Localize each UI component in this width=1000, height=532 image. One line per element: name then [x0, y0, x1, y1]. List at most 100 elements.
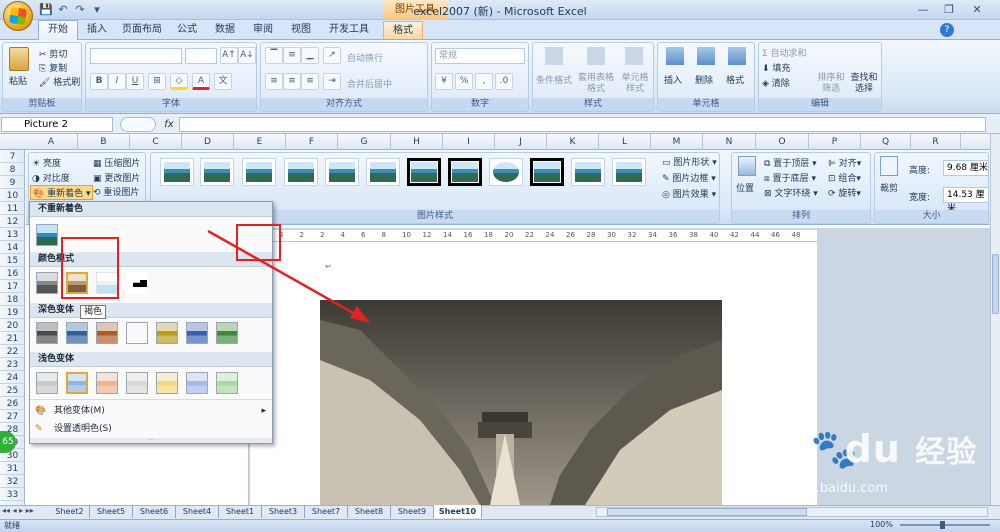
conditional-format-icon[interactable]	[545, 47, 563, 65]
row-header[interactable]: 13	[0, 229, 25, 241]
send-to-back-button[interactable]: ⧈ 置于底层 ▾	[764, 171, 816, 184]
sheet-tab[interactable]: Sheet8	[348, 505, 391, 518]
change-picture-button[interactable]: ▣ 更改图片	[93, 171, 140, 184]
column-header[interactable]: O	[756, 134, 809, 150]
contrast-button[interactable]: ◑ 对比度	[32, 171, 70, 184]
wrap-text-button[interactable]: 自动换行	[347, 51, 383, 64]
sheet-tab[interactable]: Sheet10	[434, 505, 482, 518]
underline-button[interactable]: U	[126, 73, 144, 90]
tab-developer[interactable]: 开发工具	[320, 21, 378, 39]
row-header[interactable]: 26	[0, 398, 25, 410]
font-size-combo[interactable]	[185, 48, 217, 64]
copy-button[interactable]: ⎘ 复制	[39, 61, 67, 74]
horizontal-scrollbar[interactable]	[596, 507, 988, 517]
align-center-icon[interactable]: ≡	[283, 73, 301, 90]
vertical-scrollbar[interactable]	[990, 134, 1000, 505]
formula-input[interactable]	[179, 117, 986, 132]
border-icon[interactable]: ⊞	[148, 73, 166, 90]
picture-style-thumb[interactable]	[489, 158, 523, 186]
insert-cells-icon[interactable]	[666, 47, 684, 65]
column-header[interactable]: I	[443, 134, 495, 150]
dark-variation-swatch[interactable]	[156, 322, 178, 344]
row-header[interactable]: 22	[0, 346, 25, 358]
conditional-format-button[interactable]: 条件格式	[536, 73, 572, 86]
picture-style-thumb[interactable]	[160, 158, 194, 186]
name-box[interactable]: Picture 2	[1, 117, 113, 132]
picture-style-thumb[interactable]	[242, 158, 276, 186]
picture-style-thumb[interactable]	[325, 158, 359, 186]
sepia-photo[interactable]	[320, 300, 722, 505]
tab-insert[interactable]: 插入	[78, 21, 116, 39]
width-field[interactable]: 14.53 厘米	[943, 187, 989, 214]
sheet-tab[interactable]: Sheet5	[90, 505, 133, 518]
no-recolor-swatch[interactable]	[36, 224, 58, 246]
align-right-icon[interactable]: ≡	[301, 73, 319, 90]
find-select-button[interactable]: 查找和选择	[849, 73, 879, 95]
recolor-button[interactable]: 🎨 重新着色 ▾	[30, 185, 94, 200]
sheet-tab[interactable]: Sheet9	[391, 505, 434, 518]
formula-bar-controls[interactable]	[120, 117, 156, 132]
row-header[interactable]: 16	[0, 268, 25, 280]
position-icon[interactable]	[738, 156, 756, 176]
dark-variation-swatch[interactable]	[126, 322, 148, 344]
insert-cells-button[interactable]: 插入	[664, 73, 682, 86]
picture-style-thumb[interactable]	[200, 158, 234, 186]
delete-cells-icon[interactable]	[697, 47, 715, 65]
column-header[interactable]: H	[391, 134, 443, 150]
column-header[interactable]: J	[495, 134, 547, 150]
picture-border-button[interactable]: ✎ 图片边框 ▾	[662, 171, 716, 184]
zoom-slider[interactable]	[900, 521, 990, 529]
row-header[interactable]: 23	[0, 359, 25, 371]
tab-format[interactable]: 格式	[383, 21, 423, 39]
column-header[interactable]: N	[703, 134, 756, 150]
dark-variation-swatch[interactable]	[96, 322, 118, 344]
row-header[interactable]: 21	[0, 333, 25, 345]
black-white-swatch[interactable]	[126, 272, 148, 294]
picture-effects-button[interactable]: ◎ 图片效果 ▾	[662, 187, 716, 200]
row-header[interactable]: 15	[0, 255, 25, 267]
column-header[interactable]: D	[182, 134, 234, 150]
column-header[interactable]: C	[130, 134, 182, 150]
office-button[interactable]	[3, 1, 33, 31]
crop-icon[interactable]	[880, 156, 898, 176]
column-header[interactable]: A	[25, 134, 78, 150]
row-header[interactable]: 18	[0, 294, 25, 306]
column-header[interactable]: L	[599, 134, 651, 150]
fill-color-icon[interactable]: ◇	[170, 73, 188, 90]
sheet-tab[interactable]: Sheet2	[50, 505, 90, 518]
text-wrap-button[interactable]: ⊠ 文字环绕 ▾	[764, 186, 818, 199]
comma-button[interactable]: ,	[475, 73, 493, 90]
column-header[interactable]: F	[286, 134, 338, 150]
rotate-button[interactable]: ⟳ 旋转▾	[828, 186, 861, 199]
cell-styles-button[interactable]: 单元格样式	[619, 73, 651, 95]
autosum-button[interactable]: Σ 自动求和	[762, 46, 807, 59]
brightness-button[interactable]: ☀ 亮度	[32, 156, 61, 169]
column-header[interactable]: M	[651, 134, 703, 150]
zoom-thumb[interactable]	[940, 521, 945, 529]
picture-style-thumb[interactable]	[448, 158, 482, 186]
merge-center-button[interactable]: 合并后居中	[347, 77, 392, 90]
column-header[interactable]: K	[547, 134, 599, 150]
sort-filter-button[interactable]: 排序和筛选	[817, 73, 845, 95]
bring-to-front-button[interactable]: ⧉ 置于顶层 ▾	[764, 156, 817, 169]
picture-style-thumb[interactable]	[571, 158, 605, 186]
dark-variation-swatch[interactable]	[36, 322, 58, 344]
row-header[interactable]: 33	[0, 489, 25, 501]
align-middle-icon[interactable]: ≡	[283, 47, 301, 64]
row-header[interactable]: 19	[0, 307, 25, 319]
row-header[interactable]: 24	[0, 372, 25, 384]
zoom-level[interactable]: 100%	[870, 520, 893, 529]
format-as-table-icon[interactable]	[587, 47, 605, 65]
scroll-thumb[interactable]	[992, 254, 999, 314]
align-left-icon[interactable]: ≡	[265, 73, 283, 90]
sheet-tab[interactable]: Sheet6	[133, 505, 176, 518]
hscroll-thumb[interactable]	[607, 508, 807, 516]
dark-variation-swatch[interactable]	[216, 322, 238, 344]
crop-button[interactable]: 裁剪	[880, 181, 898, 194]
phonetic-icon[interactable]: 文	[214, 73, 232, 90]
tab-home[interactable]: 开始	[38, 20, 78, 40]
row-header[interactable]: 12	[0, 216, 25, 228]
percent-button[interactable]: %	[455, 73, 473, 90]
row-header[interactable]: 25	[0, 385, 25, 397]
column-header[interactable]: B	[78, 134, 130, 150]
